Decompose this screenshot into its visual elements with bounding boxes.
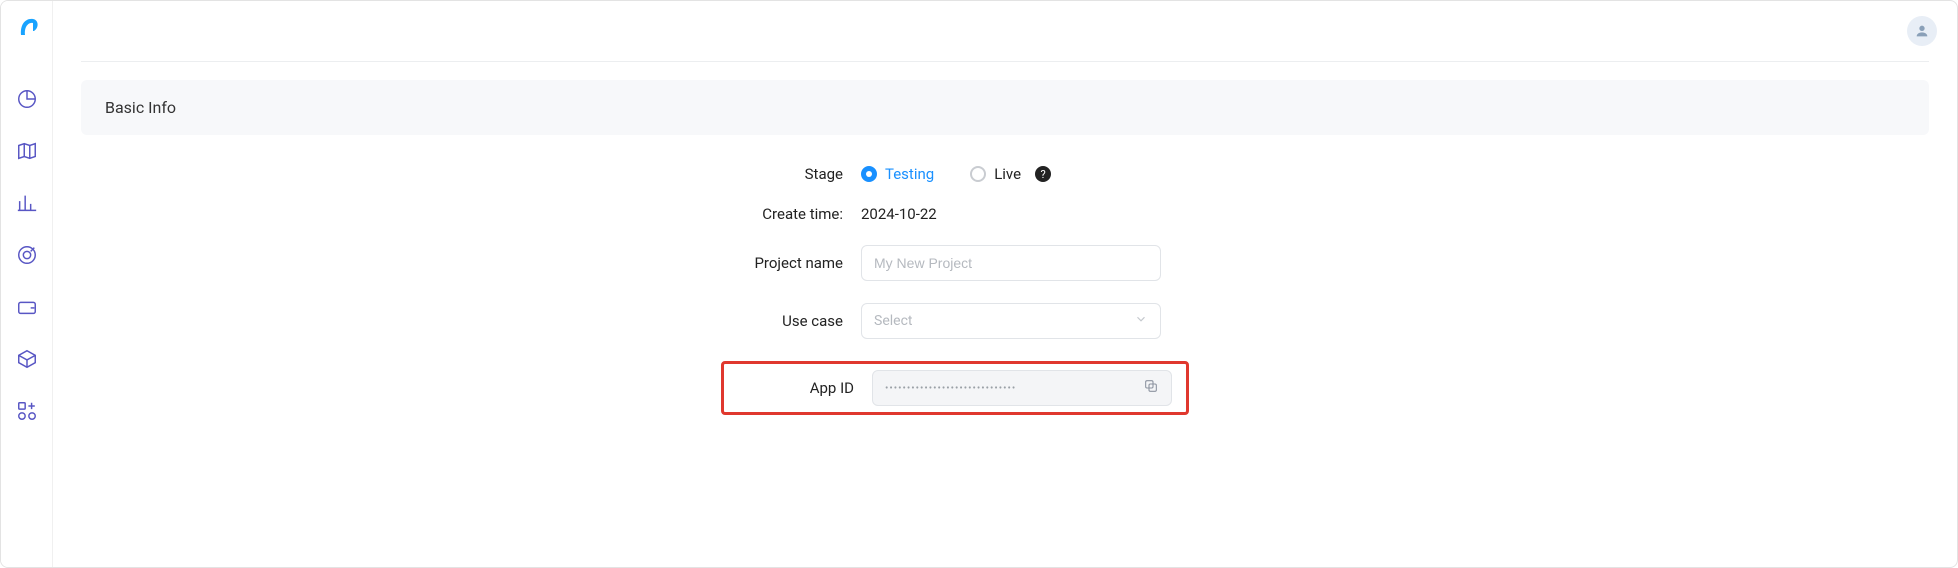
create-time-label: Create time: <box>721 205 861 223</box>
stage-radio-testing-label: Testing <box>885 165 934 183</box>
create-time-value: 2024-10-22 <box>861 205 937 223</box>
use-case-select[interactable]: Select <box>861 303 1161 339</box>
pie-chart-icon[interactable] <box>15 87 39 111</box>
project-name-label: Project name <box>721 254 861 272</box>
chevron-down-icon <box>1134 312 1148 330</box>
stage-radio-live[interactable]: Live ? <box>970 165 1051 183</box>
row-create-time: Create time: 2024-10-22 <box>721 205 1821 223</box>
stage-radio-live-label: Live <box>994 165 1021 183</box>
apps-add-icon[interactable] <box>15 399 39 423</box>
app-id-masked-value: •••••••••••••••••••••••••••••• <box>885 383 1016 394</box>
stage-radio-group: Testing Live ? <box>861 165 1161 183</box>
row-use-case: Use case Select <box>721 303 1821 339</box>
wallet-icon[interactable] <box>15 295 39 319</box>
user-icon <box>1914 23 1930 39</box>
app-id-label: App ID <box>724 379 872 397</box>
app-id-field: •••••••••••••••••••••••••••••• <box>872 370 1172 406</box>
copy-icon[interactable] <box>1143 378 1159 398</box>
stage-label: Stage <box>721 165 861 183</box>
target-icon[interactable] <box>15 243 39 267</box>
app-frame: Basic Info Stage Testing Live ? <box>0 0 1958 568</box>
app-id-highlight: App ID •••••••••••••••••••••••••••••• <box>721 361 1189 415</box>
package-icon[interactable] <box>15 347 39 371</box>
row-stage: Stage Testing Live ? <box>721 165 1821 183</box>
radio-icon <box>970 166 986 182</box>
map-icon[interactable] <box>15 139 39 163</box>
row-project-name: Project name <box>721 245 1821 281</box>
bar-chart-icon[interactable] <box>15 191 39 215</box>
use-case-label: Use case <box>721 312 861 330</box>
help-icon[interactable]: ? <box>1035 166 1051 182</box>
radio-icon <box>861 166 877 182</box>
sidebar <box>1 1 53 567</box>
logo <box>11 11 43 47</box>
logo-icon <box>11 11 43 43</box>
main: Basic Info Stage Testing Live ? <box>53 1 1957 567</box>
content: Basic Info Stage Testing Live ? <box>53 62 1957 415</box>
project-name-input[interactable] <box>861 245 1161 281</box>
user-avatar[interactable] <box>1907 16 1937 46</box>
stage-radio-testing[interactable]: Testing <box>861 165 934 183</box>
use-case-placeholder: Select <box>874 313 912 329</box>
form: Stage Testing Live ? <box>721 165 1821 415</box>
section-title: Basic Info <box>81 80 1929 135</box>
topbar <box>53 1 1957 61</box>
